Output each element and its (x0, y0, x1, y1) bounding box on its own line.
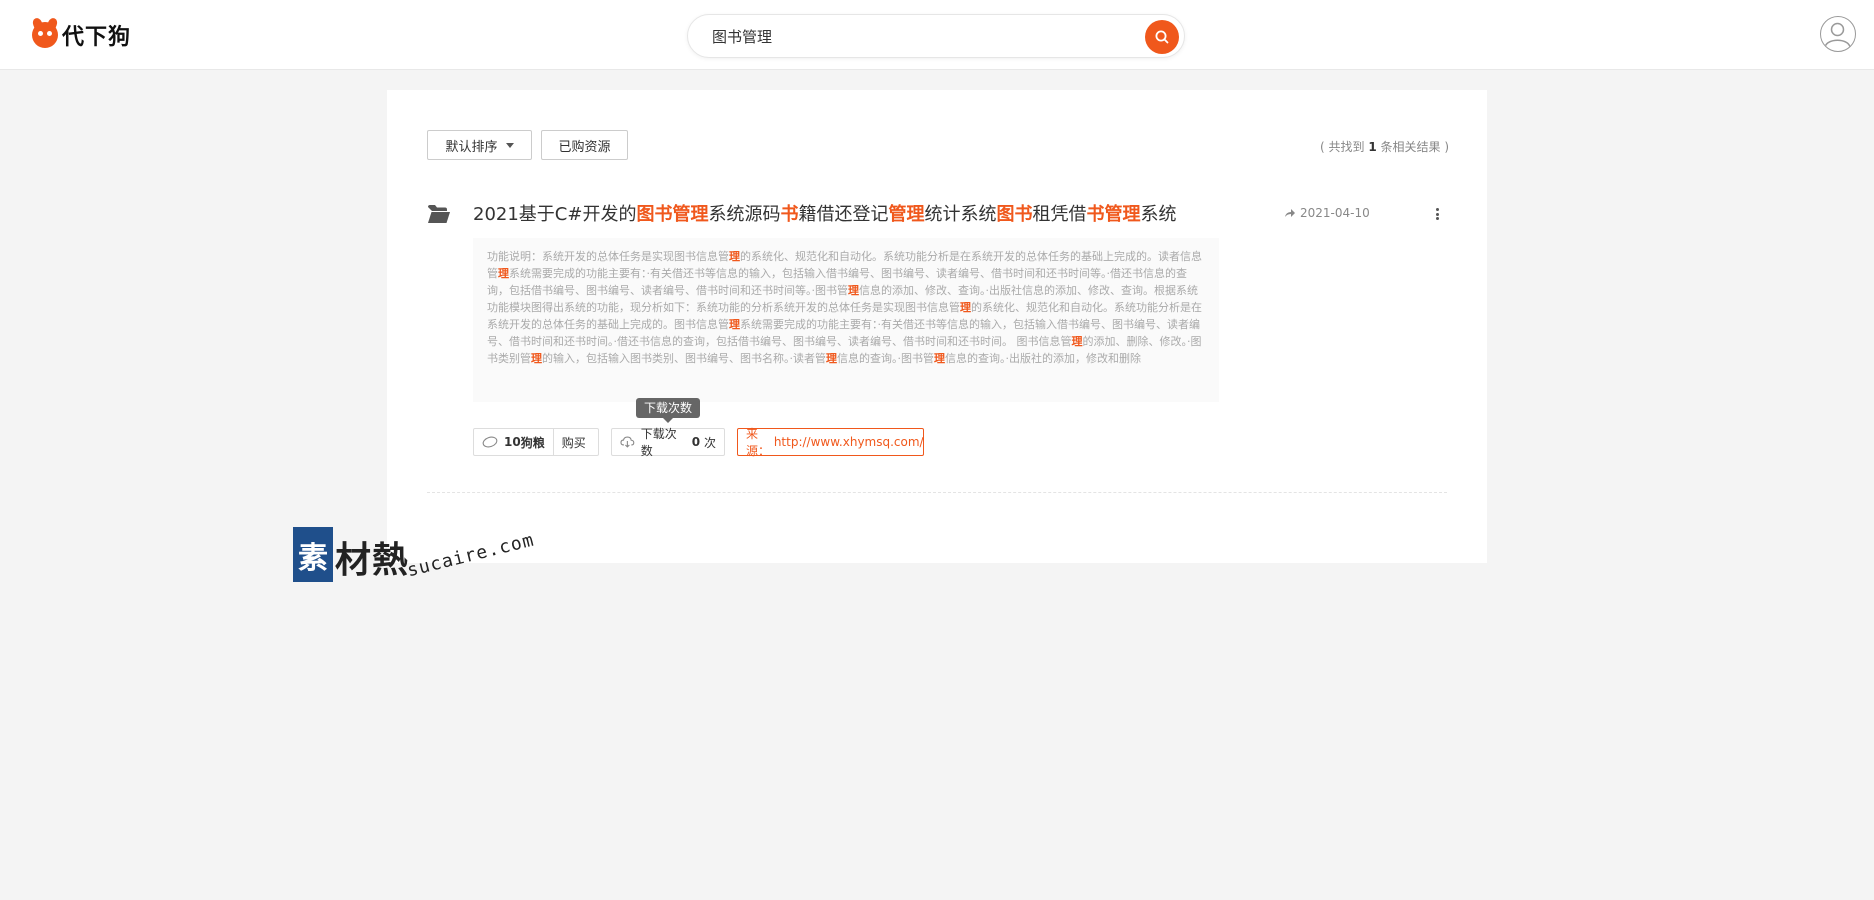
bought-label: 已购资源 (558, 139, 611, 155)
more-vertical-icon[interactable] (1432, 206, 1442, 222)
desc-text: 信息的查询。·出版社的添加，修改和删除 (945, 352, 1141, 365)
desc-highlight: 理 (1071, 335, 1083, 348)
title-text: 统计系统 (924, 204, 997, 225)
title-highlight: 管理 (888, 204, 925, 225)
download-label: 下载次数 (640, 427, 677, 458)
user-avatar[interactable] (1820, 16, 1856, 52)
download-tooltip: 下载次数 (636, 398, 701, 423)
desc-highlight: 理 (848, 284, 859, 297)
desc-highlight: 理 (934, 352, 945, 365)
price-amount: 10 (504, 435, 521, 449)
buy-button[interactable]: 购买 (554, 434, 594, 451)
result-title[interactable]: 2021基于C#开发的图书管理系统源码书籍借还登记管理统计系统图书租凭借书管理系… (473, 200, 1176, 226)
title-text: 系统源码 (708, 204, 781, 225)
title-highlight: 书 (780, 204, 799, 225)
sort-dropdown[interactable]: 默认排序 (427, 130, 532, 160)
result-date: 2021-04-10 (1284, 206, 1370, 220)
result-count: ( 共找到 1 条相关结果 ) (1320, 138, 1449, 155)
search-button[interactable] (1145, 20, 1179, 54)
share-arrow-icon (1285, 209, 1295, 217)
title-highlight: 书管理 (1086, 204, 1141, 225)
source-url: http://www.xhymsq.com/ (773, 435, 924, 449)
site-logo[interactable]: 代下狗 (32, 20, 131, 50)
logo-text: 代下狗 (62, 25, 132, 50)
user-icon (1824, 22, 1851, 48)
bought-resources-button[interactable]: 已购资源 (541, 130, 628, 160)
result-prefix: ( 共找到 (1320, 140, 1369, 154)
price-unit: 狗粮 (520, 435, 545, 450)
download-count[interactable]: 下载次数 0 次 (611, 427, 725, 458)
download-number: 0 (691, 435, 701, 449)
desc-highlight: 理 (826, 352, 837, 365)
source-label: 来源： (746, 427, 771, 458)
watermark-url: sucaire.com (405, 529, 537, 582)
sort-label: 默认排序 (445, 139, 498, 155)
desc-text: 功能说明：系统开发的总体任务是实现图书信息管 (487, 250, 729, 263)
cloud-download-icon (620, 436, 635, 448)
caret-down-icon (505, 142, 514, 148)
desc-highlight: 理 (729, 318, 740, 331)
dog-logo-icon (32, 22, 58, 48)
desc-text: 的输入，包括输入图书类别、图书编号、图书名称。·读者管 (542, 352, 826, 365)
desc-highlight: 理 (729, 250, 740, 263)
title-highlight: 图书管理 (636, 204, 709, 225)
desc-highlight: 理 (960, 301, 971, 314)
results-card: 默认排序 已购资源 ( 共找到 1 条相关结果 ) 2021基于C#开发的图书管… (387, 90, 1487, 563)
result-count-number: 1 (1368, 140, 1377, 154)
price-buy-group: 10 狗粮 购买 (473, 428, 599, 456)
folder-open-icon (428, 205, 450, 223)
title-text: 租凭借 (1032, 204, 1087, 225)
desc-text: 信息的查询。·图书管 (837, 352, 934, 365)
search-bar (687, 14, 1185, 58)
watermark-logo: 素 材熱 sucaire.com (293, 525, 553, 600)
price-tag: 10 狗粮 (474, 429, 554, 455)
watermark-block: 素 (293, 527, 333, 582)
source-link[interactable]: 来源： http://www.xhymsq.com/ (737, 427, 924, 458)
result-suffix: 条相关结果 ) (1376, 140, 1450, 154)
bone-icon (482, 436, 498, 448)
title-text: 2021基于C#开发的 (473, 204, 637, 225)
search-input[interactable] (712, 23, 1112, 49)
watermark-text: 材熱 (335, 539, 410, 581)
download-unit: 次 (703, 435, 716, 450)
search-icon (1155, 30, 1169, 44)
desc-highlight: 理 (531, 352, 542, 365)
title-text: 籍借还登记 (798, 204, 889, 225)
date-text: 2021-04-10 (1300, 206, 1370, 220)
divider (427, 492, 1447, 493)
result-description: 功能说明：系统开发的总体任务是实现图书信息管理的系统化、规范化和自动化。系统功能… (473, 238, 1219, 402)
top-navbar: 代下狗 (0, 0, 1874, 70)
title-highlight: 图书 (996, 204, 1033, 225)
title-text: 系统 (1140, 204, 1177, 225)
desc-highlight: 理 (498, 267, 509, 280)
